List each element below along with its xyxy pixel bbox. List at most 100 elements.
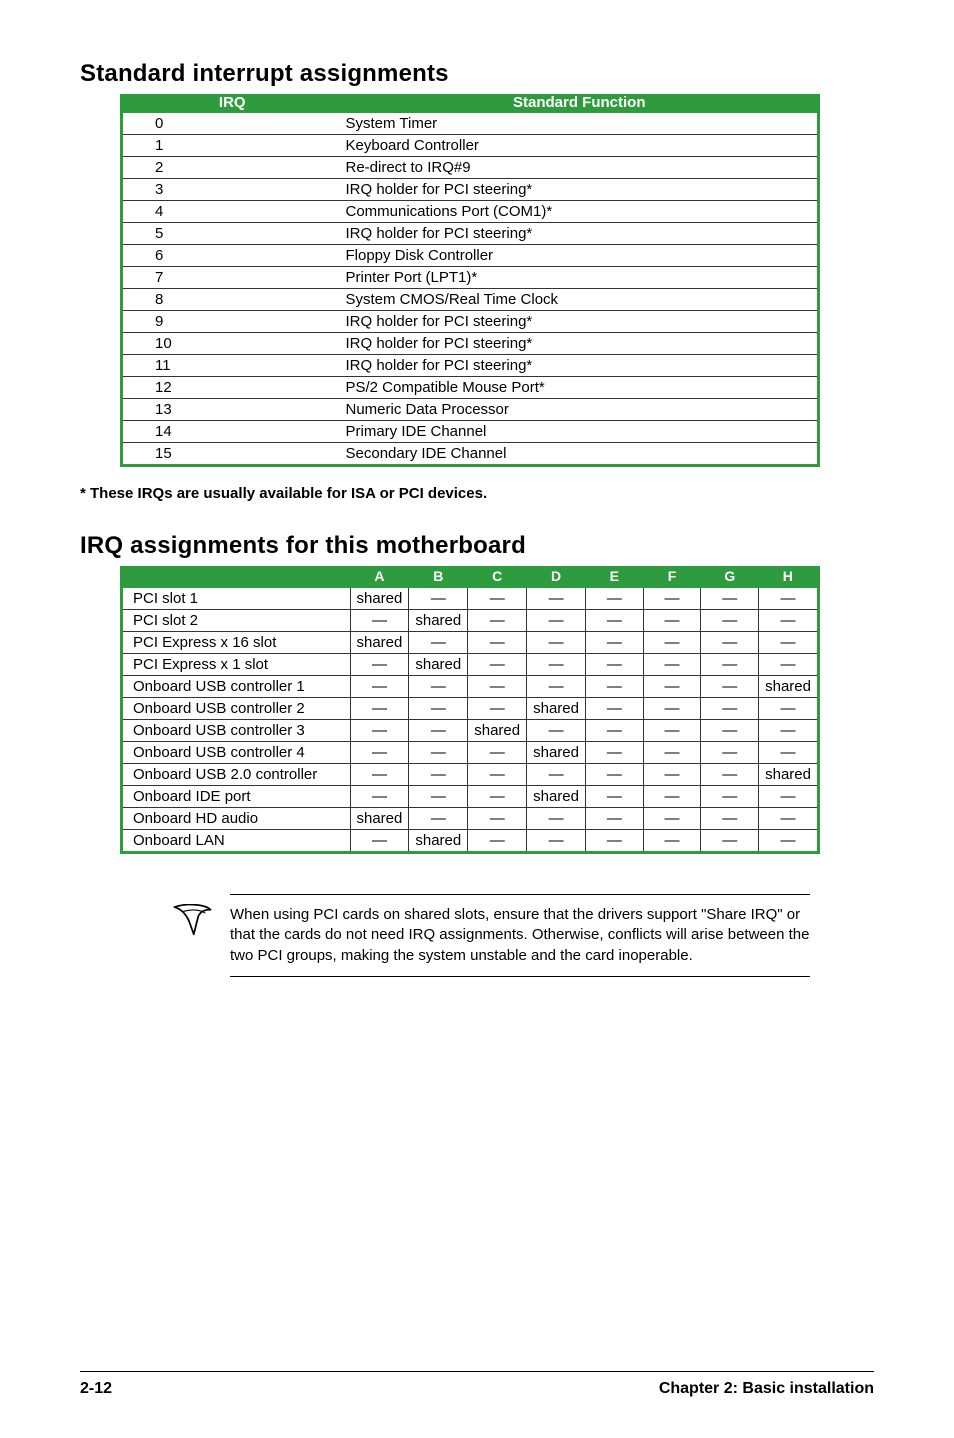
cell-value: — [527,610,586,632]
cell-value: — [468,786,527,808]
cell-value: — [701,676,759,698]
cell-label: Onboard USB controller 3 [122,720,351,742]
cell-value: shared [527,698,586,720]
th-col: E [586,566,644,587]
cell-value: — [701,742,759,764]
cell-func: Re-direct to IRQ#9 [342,157,819,179]
cell-value: — [701,764,759,786]
cell-value: — [643,698,701,720]
cell-value: — [409,764,468,786]
heading-irq-assignments: IRQ assignments for this motherboard [80,532,874,560]
cell-func: Printer Port (LPT1)* [342,267,819,289]
cell-value: — [643,830,701,853]
cell-value: — [527,654,586,676]
cell-irq: 7 [122,267,342,289]
table-row: Onboard USB controller 3——shared————— [122,720,819,742]
cell-value: — [701,830,759,853]
cell-value: — [586,830,644,853]
cell-value: — [350,676,409,698]
cell-value: shared [409,654,468,676]
cell-irq: 4 [122,201,342,223]
page-footer: 2-12 Chapter 2: Basic installation [80,1371,874,1398]
cell-value: — [468,808,527,830]
cell-value: — [759,720,819,742]
cell-value: — [468,587,527,610]
cell-value: — [586,587,644,610]
cell-value: — [701,654,759,676]
table-row: Onboard USB controller 4———shared———— [122,742,819,764]
cell-label: Onboard IDE port [122,786,351,808]
cell-func: Keyboard Controller [342,135,819,157]
table-row: Onboard LAN—shared—————— [122,830,819,853]
cell-value: — [586,720,644,742]
cell-value: — [643,720,701,742]
table-row: 8System CMOS/Real Time Clock [122,289,819,311]
cell-label: Onboard USB controller 2 [122,698,351,720]
cell-value: — [759,632,819,654]
cell-func: IRQ holder for PCI steering* [342,179,819,201]
cell-value: — [350,654,409,676]
cell-label: Onboard LAN [122,830,351,853]
table-row: 9IRQ holder for PCI steering* [122,311,819,333]
cell-label: PCI slot 2 [122,610,351,632]
cell-value: shared [759,676,819,698]
cell-value: — [586,764,644,786]
cell-value: — [643,654,701,676]
cell-value: — [527,764,586,786]
cell-value: — [409,808,468,830]
cell-value: — [409,698,468,720]
table-row: 1Keyboard Controller [122,135,819,157]
cell-value: — [350,830,409,853]
cell-value: — [759,830,819,853]
cell-value: shared [350,808,409,830]
table-row: 11IRQ holder for PCI steering* [122,355,819,377]
cell-value: — [586,632,644,654]
cell-value: — [409,742,468,764]
th-col: H [759,566,819,587]
cell-func: IRQ holder for PCI steering* [342,223,819,245]
cell-value: — [350,786,409,808]
table-row: 13Numeric Data Processor [122,399,819,421]
table-row: PCI Express x 1 slot—shared—————— [122,654,819,676]
cell-value: shared [468,720,527,742]
table-irq-matrix: ABCDEFGH PCI slot 1shared———————PCI slot… [120,566,820,854]
cell-value: — [759,610,819,632]
cell-value: — [759,808,819,830]
table-row: PCI slot 1shared——————— [122,587,819,610]
th-col: B [409,566,468,587]
cell-value: — [468,610,527,632]
cell-value: — [409,720,468,742]
table-row: PCI slot 2—shared—————— [122,610,819,632]
cell-func: IRQ holder for PCI steering* [342,333,819,355]
cell-value: — [586,742,644,764]
cell-value: shared [759,764,819,786]
table-row: 12PS/2 Compatible Mouse Port* [122,377,819,399]
table-row: 0System Timer [122,112,819,135]
cell-irq: 6 [122,245,342,267]
table-row: 3IRQ holder for PCI steering* [122,179,819,201]
cell-value: shared [350,632,409,654]
cell-value: — [643,587,701,610]
table-row: 2Re-direct to IRQ#9 [122,157,819,179]
cell-value: — [701,587,759,610]
cell-label: PCI Express x 16 slot [122,632,351,654]
cell-value: shared [527,786,586,808]
table-row: 7Printer Port (LPT1)* [122,267,819,289]
cell-value: — [643,808,701,830]
cell-label: PCI Express x 1 slot [122,654,351,676]
cell-value: — [586,808,644,830]
cell-label: Onboard USB 2.0 controller [122,764,351,786]
page-number: 2-12 [80,1380,112,1398]
cell-irq: 0 [122,112,342,135]
cell-value: — [527,587,586,610]
table-row: 4Communications Port (COM1)* [122,201,819,223]
th-col: F [643,566,701,587]
cell-value: — [643,610,701,632]
cell-value: — [586,610,644,632]
note-text: When using PCI cards on shared slots, en… [230,894,810,977]
table-row: Onboard HD audioshared——————— [122,808,819,830]
cell-value: — [468,830,527,853]
cell-value: — [527,808,586,830]
cell-irq: 1 [122,135,342,157]
cell-irq: 10 [122,333,342,355]
